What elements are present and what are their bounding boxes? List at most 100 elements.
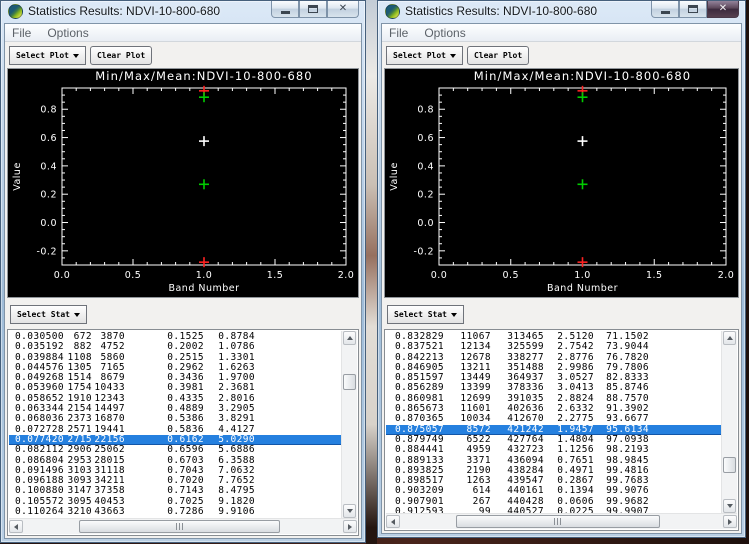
table-cell: 0.7286 <box>125 507 204 517</box>
scroll-down-arrow-icon <box>727 504 733 508</box>
scroll-up-button[interactable] <box>723 331 736 345</box>
table-cell: 43663 <box>92 507 125 517</box>
vertical-scroll-thumb[interactable] <box>723 457 736 473</box>
horizontal-scroll-thumb[interactable] <box>456 515 660 528</box>
scroll-up-arrow-icon <box>727 336 733 340</box>
maximize-icon <box>308 5 318 13</box>
select-plot-label: Select Plot <box>393 51 446 60</box>
vertical-scrollbar[interactable] <box>721 331 737 513</box>
titlebar[interactable]: Statistics Results: NDVI-10-800-680 ✕ <box>1 1 365 22</box>
scroll-left-button[interactable] <box>9 520 23 533</box>
svg-text:Band Number: Band Number <box>547 283 618 294</box>
scroll-down-button[interactable] <box>343 504 356 518</box>
envi-sphere-icon <box>8 4 23 19</box>
scroll-right-button[interactable] <box>723 515 737 528</box>
svg-text:0.2: 0.2 <box>417 190 434 201</box>
clear-plot-button[interactable]: Clear Plot <box>90 46 152 65</box>
svg-text:1.0: 1.0 <box>574 270 591 281</box>
menu-file[interactable]: File <box>389 26 416 40</box>
svg-text:0.0: 0.0 <box>54 270 71 281</box>
minmaxmean-plot: 0.00.51.01.52.0-0.20.00.20.40.60.8Min/Ma… <box>8 69 358 297</box>
scroll-up-button[interactable] <box>343 331 356 345</box>
svg-text:1.5: 1.5 <box>267 270 284 281</box>
plot-area[interactable]: 0.00.51.01.52.0-0.20.00.20.40.60.8Min/Ma… <box>7 68 359 298</box>
svg-text:0.4: 0.4 <box>40 161 57 172</box>
plot-area[interactable]: 0.00.51.01.52.0-0.20.00.20.40.60.8Min/Ma… <box>384 68 739 298</box>
table-row[interactable]: 0.1102643210436630.72869.9106 <box>9 507 341 517</box>
desktop-gap <box>366 0 377 544</box>
select-stat-button[interactable]: Select Stat <box>10 305 87 324</box>
scroll-right-arrow-icon <box>348 524 352 530</box>
clear-plot-button[interactable]: Clear Plot <box>467 46 529 65</box>
close-icon: ✕ <box>339 4 347 14</box>
maximize-button[interactable] <box>299 1 327 18</box>
scroll-right-button[interactable] <box>343 520 357 533</box>
maximize-icon <box>688 5 698 13</box>
svg-text:2.0: 2.0 <box>718 270 735 281</box>
svg-text:Min/Max/Mean:NDVI-10-800-680: Min/Max/Mean:NDVI-10-800-680 <box>95 69 312 83</box>
minmaxmean-plot: 0.00.51.01.52.0-0.20.00.20.40.60.8Min/Ma… <box>385 69 738 297</box>
window-client: File Options Select Plot Clear Plot 0.0 0… <box>381 23 742 534</box>
stats-table: 0.832829110673134652.512071.15020.837521… <box>384 329 739 531</box>
menu-options[interactable]: Options <box>47 26 96 40</box>
envi-sphere-icon <box>385 4 400 19</box>
minimize-button[interactable] <box>271 1 299 18</box>
table-cell: 0.110264 <box>9 507 64 517</box>
table-cell: 3210 <box>64 507 92 517</box>
window-client: File Options Select Plot Clear Plot 0.0 0… <box>4 23 362 539</box>
svg-text:2.0: 2.0 <box>338 270 355 281</box>
select-plot-button[interactable]: Select Plot <box>386 46 463 65</box>
window-title: Statistics Results: NDVI-10-800-680 <box>28 4 220 18</box>
vertical-scrollbar[interactable] <box>341 331 357 518</box>
close-icon: ✕ <box>719 4 727 14</box>
horizontal-scrollbar[interactable] <box>386 513 737 529</box>
horizontal-scroll-thumb[interactable] <box>79 520 281 533</box>
menu-bar: File Options <box>382 24 741 42</box>
select-plot-label: Select Plot <box>16 51 69 60</box>
scroll-down-button[interactable] <box>723 499 736 513</box>
svg-text:1.0: 1.0 <box>196 270 213 281</box>
svg-text:0.5: 0.5 <box>502 270 519 281</box>
dropdown-arrow-icon <box>451 313 457 317</box>
svg-text:-0.2: -0.2 <box>36 246 57 257</box>
statistics-window-left: Statistics Results: NDVI-10-800-680 ✕ Fi… <box>0 0 366 543</box>
scroll-left-arrow-icon <box>14 524 18 530</box>
select-plot-button[interactable]: Select Plot <box>9 46 86 65</box>
window-title: Statistics Results: NDVI-10-800-680 <box>405 4 597 18</box>
menu-file[interactable]: File <box>12 26 39 40</box>
menu-bar: File Options <box>5 24 361 42</box>
select-stat-button[interactable]: Select Stat <box>387 305 464 324</box>
statistics-window-right: Statistics Results: NDVI-10-800-680 ✕ Fi… <box>377 0 746 538</box>
table-cell: 9.9106 <box>204 507 255 517</box>
vertical-scroll-thumb[interactable] <box>343 374 356 390</box>
titlebar[interactable]: Statistics Results: NDVI-10-800-680 ✕ <box>378 1 745 22</box>
maximize-button[interactable] <box>679 1 707 18</box>
plot-toolbar: Select Plot Clear Plot <box>386 46 529 65</box>
svg-text:Value: Value <box>12 162 23 191</box>
svg-text:0.0: 0.0 <box>431 270 448 281</box>
close-button[interactable]: ✕ <box>327 1 359 18</box>
clear-plot-label: Clear Plot <box>97 51 145 60</box>
svg-text:1.5: 1.5 <box>646 270 663 281</box>
svg-text:0.6: 0.6 <box>40 133 57 144</box>
close-button[interactable]: ✕ <box>707 1 739 18</box>
stats-table: 0.03050067238700.15250.87840.03519288247… <box>7 329 359 536</box>
stats-rows: 0.832829110673134652.512071.15020.837521… <box>386 332 721 513</box>
svg-text:-0.2: -0.2 <box>413 246 434 257</box>
svg-text:0.0: 0.0 <box>40 218 57 229</box>
minimize-icon <box>661 11 670 14</box>
menu-options[interactable]: Options <box>424 26 473 40</box>
svg-text:0.5: 0.5 <box>125 270 142 281</box>
scroll-left-button[interactable] <box>386 515 400 528</box>
scroll-right-arrow-icon <box>728 519 732 525</box>
dropdown-arrow-icon <box>73 54 79 58</box>
select-stat-label: Select Stat <box>17 310 70 319</box>
svg-text:0.6: 0.6 <box>417 133 434 144</box>
svg-text:0.0: 0.0 <box>417 218 434 229</box>
dropdown-arrow-icon <box>450 54 456 58</box>
minimize-button[interactable] <box>651 1 679 18</box>
horizontal-scrollbar[interactable] <box>9 518 357 534</box>
scroll-down-arrow-icon <box>347 509 353 513</box>
scroll-up-arrow-icon <box>347 336 353 340</box>
svg-text:Band Number: Band Number <box>168 283 239 294</box>
